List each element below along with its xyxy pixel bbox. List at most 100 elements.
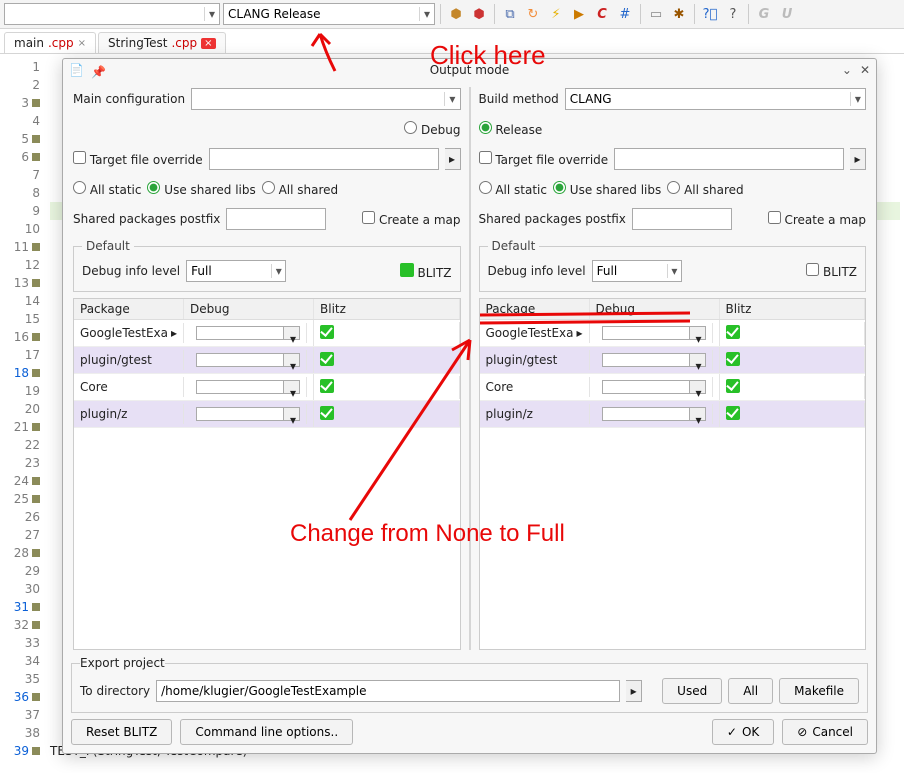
blitz-row-check-icon[interactable] [320, 406, 334, 420]
blitz-row-check-icon[interactable] [726, 325, 740, 339]
use-shared-radio[interactable] [553, 181, 566, 194]
cell-blitz[interactable] [720, 403, 866, 426]
col-package[interactable]: Package [480, 299, 590, 319]
close-icon[interactable]: × [201, 38, 215, 49]
blitz-row-check-icon[interactable] [320, 352, 334, 366]
target-override-check[interactable] [479, 151, 492, 164]
toolbar-help-icon[interactable]: ?⃝ [700, 4, 720, 24]
table-row[interactable]: plugin/z ▾ [74, 401, 460, 428]
table-row[interactable]: plugin/z ▾ [480, 401, 866, 428]
table-row[interactable]: GoogleTestExa▸ ▾ [74, 320, 460, 347]
cell-debug[interactable]: ▾ [184, 374, 314, 400]
toolbar-run-icon[interactable]: ▶ [569, 4, 589, 24]
dropdown-arrow-icon[interactable]: ▾ [690, 353, 706, 367]
blitz-row-check-icon[interactable] [726, 406, 740, 420]
dropdown-arrow-icon[interactable]: ▾ [284, 326, 300, 340]
debug-info-input[interactable] [187, 261, 271, 281]
toolbar-hash-icon[interactable]: # [615, 4, 635, 24]
dropdown-arrow-icon[interactable]: ▾ [284, 353, 300, 367]
col-blitz[interactable]: Blitz [314, 299, 460, 319]
col-package[interactable]: Package [74, 299, 184, 319]
all-shared-radio-label[interactable]: All shared [667, 181, 743, 197]
dropdown-arrow-icon[interactable]: ▾ [284, 407, 300, 421]
to-directory-browse-icon[interactable]: ▸ [626, 680, 642, 702]
table-row[interactable]: GoogleTestExa▸ ▾ [480, 320, 866, 347]
cell-blitz[interactable] [314, 376, 460, 399]
cell-debug[interactable]: ▾ [184, 320, 314, 346]
command-line-options-button[interactable]: Command line options.. [180, 719, 353, 745]
dropdown-arrow-icon[interactable]: ▾ [850, 92, 865, 106]
ok-button[interactable]: ✓OK [712, 719, 774, 745]
to-directory-input[interactable] [156, 680, 620, 702]
debug-radio-label[interactable]: Debug [404, 121, 460, 137]
create-map-check[interactable] [362, 211, 375, 224]
cell-blitz[interactable] [720, 322, 866, 345]
cell-blitz[interactable] [314, 403, 460, 426]
target-override-browse-icon[interactable]: ▸ [850, 148, 866, 170]
toolbar-copy-icon[interactable]: ⧉ [500, 4, 520, 24]
cell-blitz[interactable] [720, 349, 866, 372]
toolbar-c-icon[interactable]: C [592, 4, 612, 24]
use-shared-radio[interactable] [147, 181, 160, 194]
dropdown-arrow-icon[interactable]: ▾ [271, 264, 285, 278]
col-debug[interactable]: Debug [590, 299, 720, 319]
target-override-check-label[interactable]: Target file override [479, 151, 609, 167]
build-method-input[interactable] [566, 89, 850, 109]
main-config-combo[interactable]: ▾ [191, 88, 460, 110]
close-icon[interactable]: × [78, 38, 86, 49]
toolbar-lightning-icon[interactable]: ⚡ [546, 4, 566, 24]
target-override-input[interactable] [614, 148, 844, 170]
shared-postfix-input[interactable] [226, 208, 326, 230]
cancel-button[interactable]: ⊘Cancel [782, 719, 868, 745]
dropdown-arrow-icon[interactable]: ▾ [690, 326, 706, 340]
target-override-input[interactable] [209, 148, 439, 170]
all-static-radio[interactable] [479, 181, 492, 194]
blitz-check[interactable] [806, 263, 819, 276]
toolbar-combo-1[interactable]: ▾ [4, 3, 220, 25]
create-map-check-label[interactable]: Create a map [362, 211, 460, 227]
table-row[interactable]: Core ▾ [74, 374, 460, 401]
file-tab-stringtest[interactable]: StringTest.cpp × [98, 32, 226, 53]
table-row[interactable]: Core ▾ [480, 374, 866, 401]
all-static-radio[interactable] [73, 181, 86, 194]
all-shared-radio[interactable] [667, 181, 680, 194]
dropdown-arrow-icon[interactable]: ▾ [667, 264, 680, 278]
dropdown-arrow-icon[interactable]: ▾ [444, 92, 459, 106]
toolbar-g-icon[interactable]: G [754, 4, 774, 24]
toolbar-combo-1-input[interactable] [5, 4, 204, 24]
create-map-check[interactable] [768, 211, 781, 224]
toolbar-combo-2[interactable]: ▾ [223, 3, 435, 25]
reset-blitz-button[interactable]: Reset BLITZ [71, 719, 172, 745]
debug-info-input[interactable] [593, 261, 668, 281]
create-map-check-label[interactable]: Create a map [768, 211, 866, 227]
used-button[interactable]: Used [662, 678, 722, 704]
cell-debug[interactable]: ▾ [590, 374, 720, 400]
minimize-icon[interactable]: ⌄ [842, 63, 852, 77]
col-debug[interactable]: Debug [184, 299, 314, 319]
all-shared-radio[interactable] [262, 181, 275, 194]
blitz-row-check-icon[interactable] [726, 379, 740, 393]
cell-debug[interactable]: ▾ [590, 320, 720, 346]
use-shared-radio-label[interactable]: Use shared libs [553, 181, 661, 197]
dropdown-arrow-icon[interactable]: ▾ [284, 380, 300, 394]
toolbar-bug-icon[interactable]: ✱ [669, 4, 689, 24]
dropdown-arrow-icon[interactable]: ▾ [690, 407, 706, 421]
dropdown-arrow-icon[interactable]: ▾ [204, 7, 219, 21]
cell-blitz[interactable] [314, 322, 460, 345]
cell-blitz[interactable] [720, 376, 866, 399]
toolbar-package-icon[interactable]: ⬢ [446, 4, 466, 24]
blitz-row-check-icon[interactable] [320, 325, 334, 339]
cell-debug[interactable]: ▾ [184, 347, 314, 373]
target-override-browse-icon[interactable]: ▸ [445, 148, 461, 170]
toolbar-combo-2-input[interactable] [224, 4, 419, 24]
col-blitz[interactable]: Blitz [720, 299, 866, 319]
toolbar-window-icon[interactable]: ▭ [646, 4, 666, 24]
blitz-row-check-icon[interactable] [320, 379, 334, 393]
use-shared-radio-label[interactable]: Use shared libs [147, 181, 255, 197]
build-method-combo[interactable]: ▾ [565, 88, 866, 110]
blitz-row-check-icon[interactable] [726, 352, 740, 366]
release-radio[interactable] [479, 121, 492, 134]
toolbar-u-icon[interactable]: U [777, 4, 797, 24]
toolbar-package-red-icon[interactable]: ⬢ [469, 4, 489, 24]
table-row[interactable]: plugin/gtest ▾ [480, 347, 866, 374]
